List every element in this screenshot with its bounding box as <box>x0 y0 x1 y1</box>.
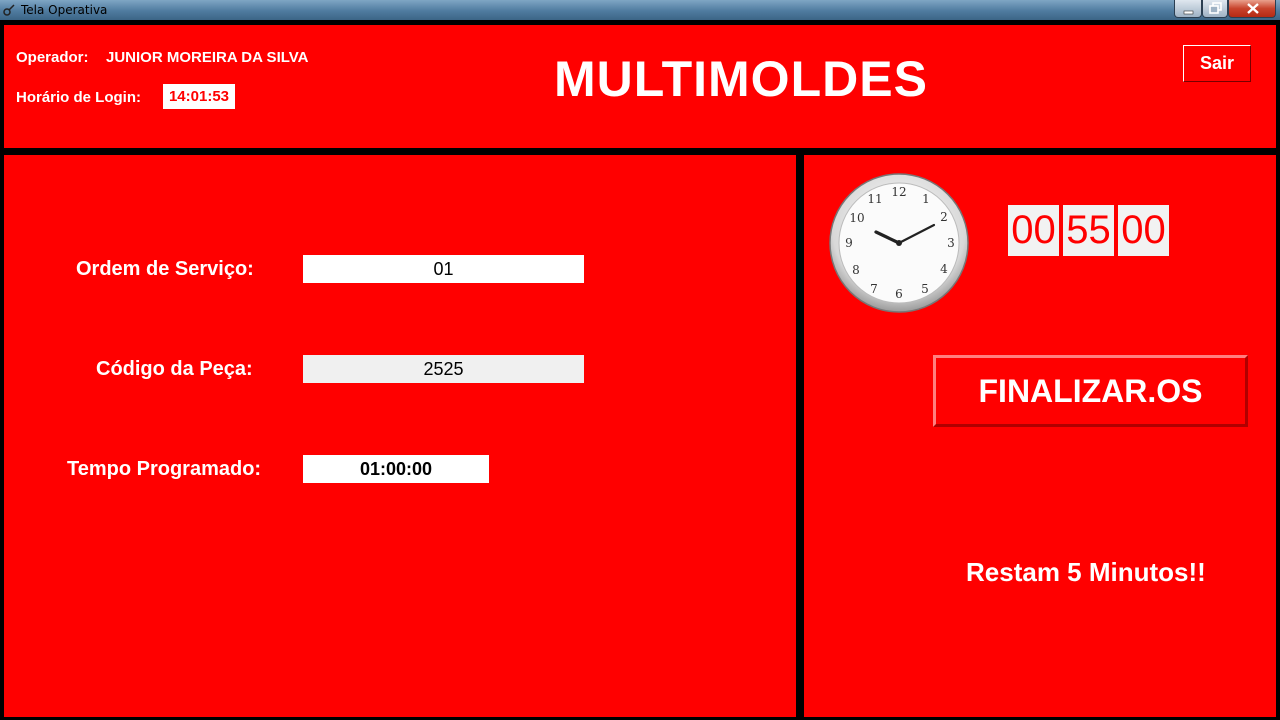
login-time-label: Horário de Login: <box>16 89 141 106</box>
svg-text:2: 2 <box>940 210 948 224</box>
service-order-field[interactable]: 01 <box>303 255 584 283</box>
window-titlebar[interactable]: Tela Operativa <box>0 0 1280 20</box>
finish-order-button[interactable]: FINALIZAR.OS <box>933 355 1248 427</box>
operator-name: JUNIOR MOREIRA DA SILVA <box>106 49 309 66</box>
countdown-seconds: 00 <box>1118 205 1169 256</box>
close-button[interactable] <box>1228 0 1276 18</box>
svg-text:3: 3 <box>947 236 955 250</box>
maximize-button[interactable] <box>1202 0 1228 18</box>
analog-clock-icon: 12 1 2 3 4 5 6 7 8 9 10 11 <box>828 172 974 318</box>
minimize-icon <box>1183 10 1194 15</box>
exit-button[interactable]: Sair <box>1183 45 1251 82</box>
svg-text:8: 8 <box>852 263 860 277</box>
part-code-label: Código da Peça: <box>96 358 253 380</box>
brand-title: MULTIMOLDES <box>554 51 928 107</box>
countdown-minutes: 55 <box>1063 205 1114 256</box>
svg-text:10: 10 <box>849 211 864 225</box>
minimize-button[interactable] <box>1174 0 1202 18</box>
timer-panel: 12 1 2 3 4 5 6 7 8 9 10 11 00 55 00 FINA… <box>804 155 1276 717</box>
service-order-label: Ordem de Serviço: <box>76 258 254 280</box>
close-icon <box>1247 3 1259 14</box>
svg-text:1: 1 <box>922 192 930 206</box>
app-icon <box>3 3 16 16</box>
svg-text:12: 12 <box>891 185 906 199</box>
svg-text:7: 7 <box>870 282 878 296</box>
svg-text:5: 5 <box>921 282 929 296</box>
form-panel: Ordem de Serviço: 01 Código da Peça: 252… <box>4 155 796 717</box>
remaining-time-warning: Restam 5 Minutos!! <box>966 557 1206 587</box>
window-title: Tela Operativa <box>21 3 108 17</box>
maximize-icon <box>1209 2 1222 14</box>
countdown-hours: 00 <box>1008 205 1059 256</box>
login-time-value: 14:01:53 <box>163 84 235 109</box>
programmed-time-field[interactable]: 01:00:00 <box>303 455 489 483</box>
programmed-time-label: Tempo Programado: <box>67 458 262 480</box>
svg-text:6: 6 <box>895 287 903 301</box>
header-panel: Operador: JUNIOR MOREIRA DA SILVA Horári… <box>4 25 1276 148</box>
part-code-field[interactable]: 2525 <box>303 355 584 383</box>
svg-text:11: 11 <box>867 192 882 206</box>
operator-label: Operador: <box>16 49 89 66</box>
svg-text:4: 4 <box>940 262 948 276</box>
svg-text:9: 9 <box>845 236 853 250</box>
